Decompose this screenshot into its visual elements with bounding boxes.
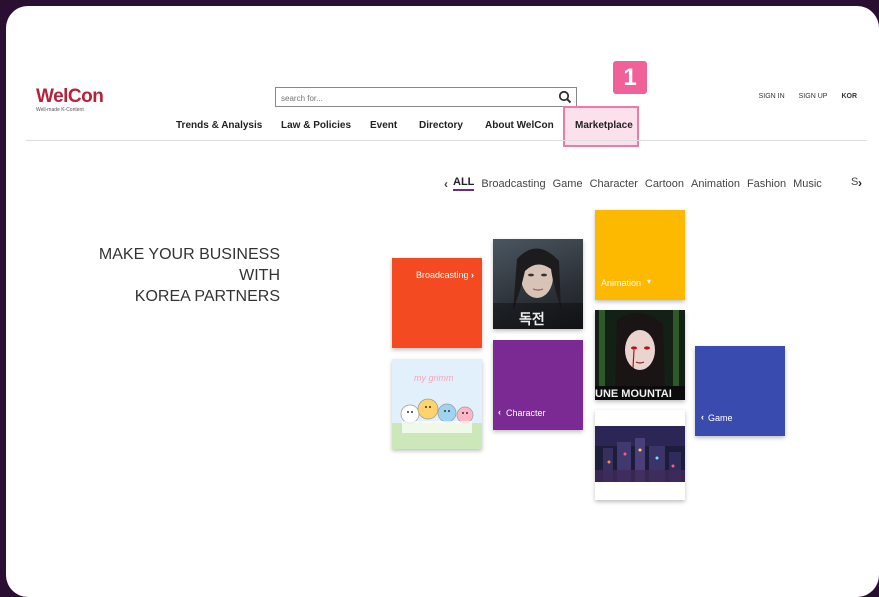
chevron-left-icon[interactable]: ‹ xyxy=(444,177,448,191)
nav-about[interactable]: About WelCon xyxy=(485,120,554,131)
broadcasting-label: Broadcasting xyxy=(416,270,469,280)
webtoon-poster-tile[interactable]: UNE MOUNTAI xyxy=(595,310,685,400)
category-broadcasting[interactable]: Broadcasting xyxy=(481,178,545,190)
drama-poster-tile[interactable]: 독전 xyxy=(493,239,583,329)
sign-in-link[interactable]: SIGN IN xyxy=(759,93,785,100)
nav-trends[interactable]: Trends & Analysis xyxy=(176,120,262,131)
webtoon-poster-image xyxy=(595,310,685,400)
step-badge: 1 xyxy=(613,61,647,94)
character-label: Character xyxy=(506,408,546,418)
character-tile[interactable]: ‹ Character xyxy=(493,340,583,430)
drama-poster-title: 독전 xyxy=(519,311,545,327)
webtoon-poster-title: UNE MOUNTAI xyxy=(595,388,672,400)
search-input[interactable] xyxy=(276,89,556,108)
headline-line-2: WITH xyxy=(239,267,280,284)
category-animation[interactable]: Animation xyxy=(691,178,740,190)
chevron-right-icon: › xyxy=(471,270,474,280)
nav-law-policies[interactable]: Law & Policies xyxy=(281,120,351,131)
character-art-tile[interactable]: my grimm xyxy=(392,359,482,449)
welcon-logo[interactable]: WelCon Well-made K-Content xyxy=(36,86,104,113)
hero-headline: MAKE YOUR BUSINESS WITH KOREA PARTNERS xyxy=(90,244,280,307)
nav-directory[interactable]: Directory xyxy=(419,120,463,131)
search-box xyxy=(275,87,577,108)
browser-frame: WelCon Well-made K-Content SIGN IN SIGN … xyxy=(6,6,879,597)
category-cartoon[interactable]: Cartoon xyxy=(645,178,684,190)
logo-name: WelCon xyxy=(36,86,104,107)
chevron-right-icon[interactable]: › xyxy=(858,176,862,190)
search-icon[interactable] xyxy=(558,90,572,104)
chevron-left-icon: ‹ xyxy=(701,412,704,422)
chevron-left-icon: ‹ xyxy=(498,407,501,417)
character-art-title: my grimm xyxy=(414,373,454,383)
game-art-tile[interactable] xyxy=(595,410,685,500)
chevron-down-icon: ▾ xyxy=(647,277,652,286)
category-tabs: ‹ ALL Broadcasting Game Character Cartoo… xyxy=(444,176,829,191)
nav-event[interactable]: Event xyxy=(370,120,397,131)
broadcasting-tile[interactable]: Broadcasting › xyxy=(392,258,482,348)
language-toggle[interactable]: KOR xyxy=(841,93,857,100)
category-fashion[interactable]: Fashion xyxy=(747,178,786,190)
category-game[interactable]: Game xyxy=(553,178,583,190)
headline-line-3: KOREA PARTNERS xyxy=(134,288,280,305)
nav-marketplace[interactable]: Marketplace xyxy=(575,120,633,131)
game-tile[interactable]: ‹ Game xyxy=(695,346,785,436)
headline-line-1: MAKE YOUR BUSINESS xyxy=(98,246,280,263)
animation-label: Animation xyxy=(601,278,642,288)
logo-tagline: Well-made K-Content xyxy=(36,107,84,113)
category-music[interactable]: Music xyxy=(793,178,822,190)
account-links: SIGN IN SIGN UP KOR xyxy=(759,93,857,100)
game-label: Game xyxy=(708,413,733,423)
main-nav: Trends & Analysis Law & Policies Event D… xyxy=(6,120,879,140)
game-art-image xyxy=(595,426,685,482)
sign-up-link[interactable]: SIGN UP xyxy=(799,93,828,100)
nav-divider xyxy=(26,140,867,141)
category-all[interactable]: ALL xyxy=(453,176,475,191)
category-character[interactable]: Character xyxy=(590,178,638,190)
animation-tile[interactable]: Animation ▾ xyxy=(595,210,685,300)
